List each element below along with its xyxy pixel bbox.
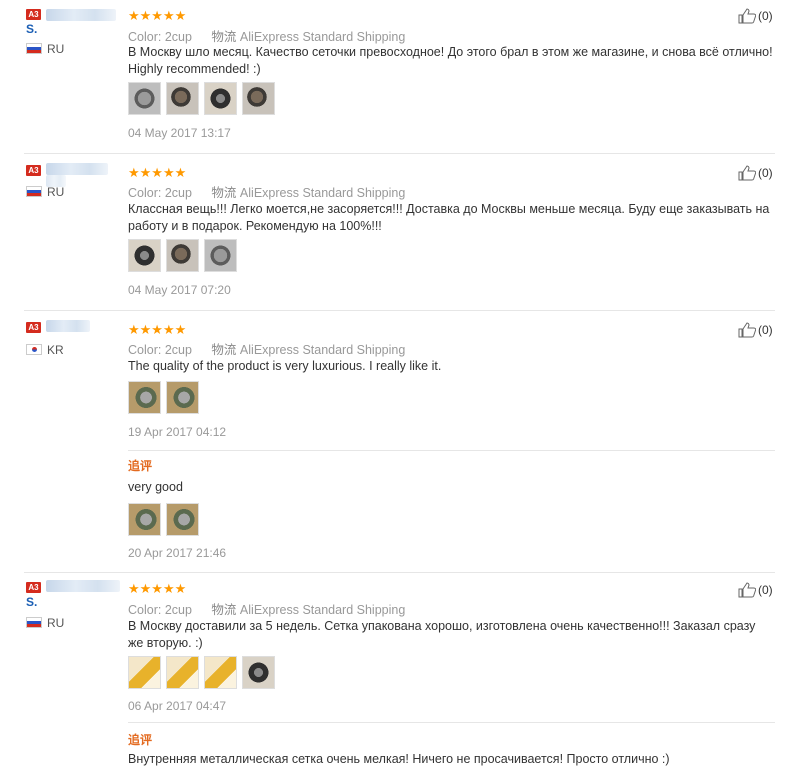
order-info: Color: 2cup 物流 AliExpress Standard Shipp…	[128, 26, 405, 45]
thumbs-up-icon	[738, 8, 756, 24]
order-info: Color: 2cup 物流 AliExpress Standard Shipp…	[128, 182, 405, 201]
like-button[interactable]: (0)	[738, 165, 773, 181]
color-label: Color:	[128, 30, 162, 44]
thumbs-up-icon	[738, 322, 756, 338]
buyer-name-blurred	[46, 163, 108, 175]
logistics-icon: 物流	[211, 30, 237, 44]
followup-text: very good	[128, 480, 183, 494]
review-date: 04 May 2017 07:20	[128, 283, 231, 297]
like-button[interactable]: (0)	[738, 8, 773, 24]
like-count: (0)	[758, 323, 773, 337]
order-info: Color: 2cup 物流 AliExpress Standard Shipp…	[128, 339, 405, 358]
review-photo[interactable]	[204, 82, 237, 115]
shipping-method: AliExpress Standard Shipping	[239, 186, 406, 200]
buyer-level-badge: A3	[26, 9, 41, 20]
followup-divider	[128, 450, 775, 451]
color-label: Color:	[128, 603, 162, 617]
buyer-country: RU	[47, 185, 65, 199]
shipping-method: AliExpress Standard Shipping	[239, 343, 406, 357]
review-photo[interactable]	[128, 82, 161, 115]
buyer-level-badge: A3	[26, 582, 41, 593]
review-text: The quality of the product is very luxur…	[128, 359, 442, 373]
color-value: 2cup	[164, 603, 192, 617]
buyer-country: KR	[47, 343, 64, 357]
followup-date: 20 Apr 2017 21:46	[128, 546, 227, 560]
review-photo[interactable]	[128, 239, 161, 272]
like-button[interactable]: (0)	[738, 322, 773, 338]
review-photos	[128, 239, 237, 272]
country-flag-icon	[26, 617, 42, 628]
review-photo[interactable]	[166, 503, 199, 536]
buyer-country: RU	[47, 616, 65, 630]
review-text: Классная вещь!!! Легко моется,не засоряе…	[128, 202, 770, 233]
five-star-rating: ★★★★★	[128, 322, 187, 337]
color-label: Color:	[128, 343, 162, 357]
logistics-icon: 物流	[211, 603, 237, 617]
buyer-initial: S.	[26, 22, 38, 36]
five-star-rating: ★★★★★	[128, 581, 187, 596]
review-photo[interactable]	[128, 503, 161, 536]
followup-photos	[128, 503, 199, 536]
buyer-name-blurred	[46, 580, 120, 592]
followup-label: 追评	[128, 733, 153, 747]
country-flag-icon	[26, 186, 42, 197]
review-photo[interactable]	[166, 656, 199, 689]
review-photos	[128, 82, 275, 115]
review-photo[interactable]	[166, 239, 199, 272]
followup-text: Внутренняя металлическая сетка очень мел…	[128, 752, 670, 766]
color-label: Color:	[128, 186, 162, 200]
review-divider	[24, 572, 775, 573]
buyer-level-badge: A3	[26, 322, 41, 333]
like-count: (0)	[758, 9, 773, 23]
five-star-rating: ★★★★★	[128, 165, 187, 180]
review-photo[interactable]	[242, 656, 275, 689]
logistics-icon: 物流	[211, 186, 237, 200]
shipping-method: AliExpress Standard Shipping	[239, 603, 406, 617]
buyer-name-blurred	[46, 9, 116, 21]
review-photo[interactable]	[128, 656, 161, 689]
review-photo[interactable]	[242, 82, 275, 115]
color-value: 2cup	[164, 343, 192, 357]
color-value: 2cup	[164, 30, 192, 44]
shipping-method: AliExpress Standard Shipping	[239, 30, 406, 44]
country-flag-icon	[26, 43, 42, 54]
review-photo[interactable]	[166, 381, 199, 414]
like-count: (0)	[758, 583, 773, 597]
review-photo[interactable]	[204, 239, 237, 272]
thumbs-up-icon	[738, 165, 756, 181]
thumbs-up-icon	[738, 582, 756, 598]
country-flag-icon	[26, 344, 42, 355]
like-count: (0)	[758, 166, 773, 180]
review-photos	[128, 381, 199, 414]
followup-divider	[128, 722, 775, 723]
logistics-icon: 物流	[211, 343, 237, 357]
review-photo[interactable]	[166, 82, 199, 115]
buyer-country: RU	[47, 42, 65, 56]
review-photos	[128, 656, 275, 689]
color-value: 2cup	[164, 186, 192, 200]
followup-label: 追评	[128, 459, 153, 473]
order-info: Color: 2cup 物流 AliExpress Standard Shipp…	[128, 599, 405, 618]
review-text: В Москву доставили за 5 недель. Сетка уп…	[128, 619, 756, 650]
review-date: 19 Apr 2017 04:12	[128, 425, 227, 439]
review-photo[interactable]	[204, 656, 237, 689]
like-button[interactable]: (0)	[738, 582, 773, 598]
review-date: 06 Apr 2017 04:47	[128, 699, 227, 713]
review-divider	[24, 153, 775, 154]
review-photo[interactable]	[128, 381, 161, 414]
review-date: 04 May 2017 13:17	[128, 126, 231, 140]
review-text: В Москву шло месяц. Качество сеточки пре…	[128, 45, 773, 76]
buyer-level-badge: A3	[26, 165, 41, 176]
buyer-initial: S.	[26, 595, 38, 609]
five-star-rating: ★★★★★	[128, 8, 187, 23]
buyer-name-blurred	[46, 320, 90, 332]
review-divider	[24, 310, 775, 311]
